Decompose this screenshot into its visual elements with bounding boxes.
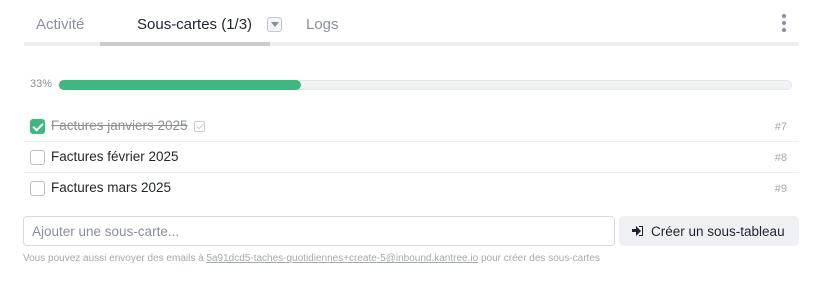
subcard-title[interactable]: Factures janviers 2025 [51, 118, 188, 133]
subcard-row: Factures février 2025 #8 [24, 142, 799, 173]
kebab-menu-icon[interactable] [780, 14, 788, 32]
subcard-number: #8 [774, 152, 787, 164]
checklist-icon [194, 121, 205, 132]
add-subcard-input[interactable] [23, 216, 615, 246]
sign-in-icon [632, 226, 643, 236]
email-hint: Vous pouvez aussi envoyer des emails à 5… [23, 253, 600, 264]
create-subboard-label: Créer un sous-tableau [651, 224, 785, 239]
tab-sous-cartes[interactable]: Sous-cartes (1/3) [137, 15, 252, 35]
progress-percent: 33% [30, 78, 53, 90]
email-hint-suffix: pour créer des sous-cartes [478, 253, 600, 264]
subcard-checkbox[interactable] [30, 119, 45, 134]
subcard-row: Factures mars 2025 #9 [24, 173, 799, 204]
subcard-number: #9 [774, 183, 787, 195]
subcard-title[interactable]: Factures mars 2025 [51, 180, 171, 195]
email-hint-prefix: Vous pouvez aussi envoyer des emails à [23, 253, 207, 264]
active-tab-indicator [100, 42, 270, 46]
caret-down-icon[interactable] [267, 17, 282, 32]
tab-activite[interactable]: Activité [36, 15, 84, 35]
subcard-checkbox[interactable] [30, 150, 45, 165]
subcard-number: #7 [774, 121, 787, 133]
progress-bar-fill [59, 80, 301, 90]
email-address-link[interactable]: 5a91dcd5-taches-quotidiennes+create-5@in… [206, 253, 478, 264]
tab-logs[interactable]: Logs [306, 15, 339, 35]
tabs-bar: Activité Sous-cartes (1/3) Logs [24, 0, 799, 46]
subcard-title[interactable]: Factures février 2025 [51, 149, 179, 164]
create-subboard-button[interactable]: Créer un sous-tableau [619, 216, 799, 246]
progress-bar [58, 80, 792, 90]
subcard-row: Factures janviers 2025 #7 [24, 111, 799, 142]
subcard-checkbox[interactable] [30, 181, 45, 196]
